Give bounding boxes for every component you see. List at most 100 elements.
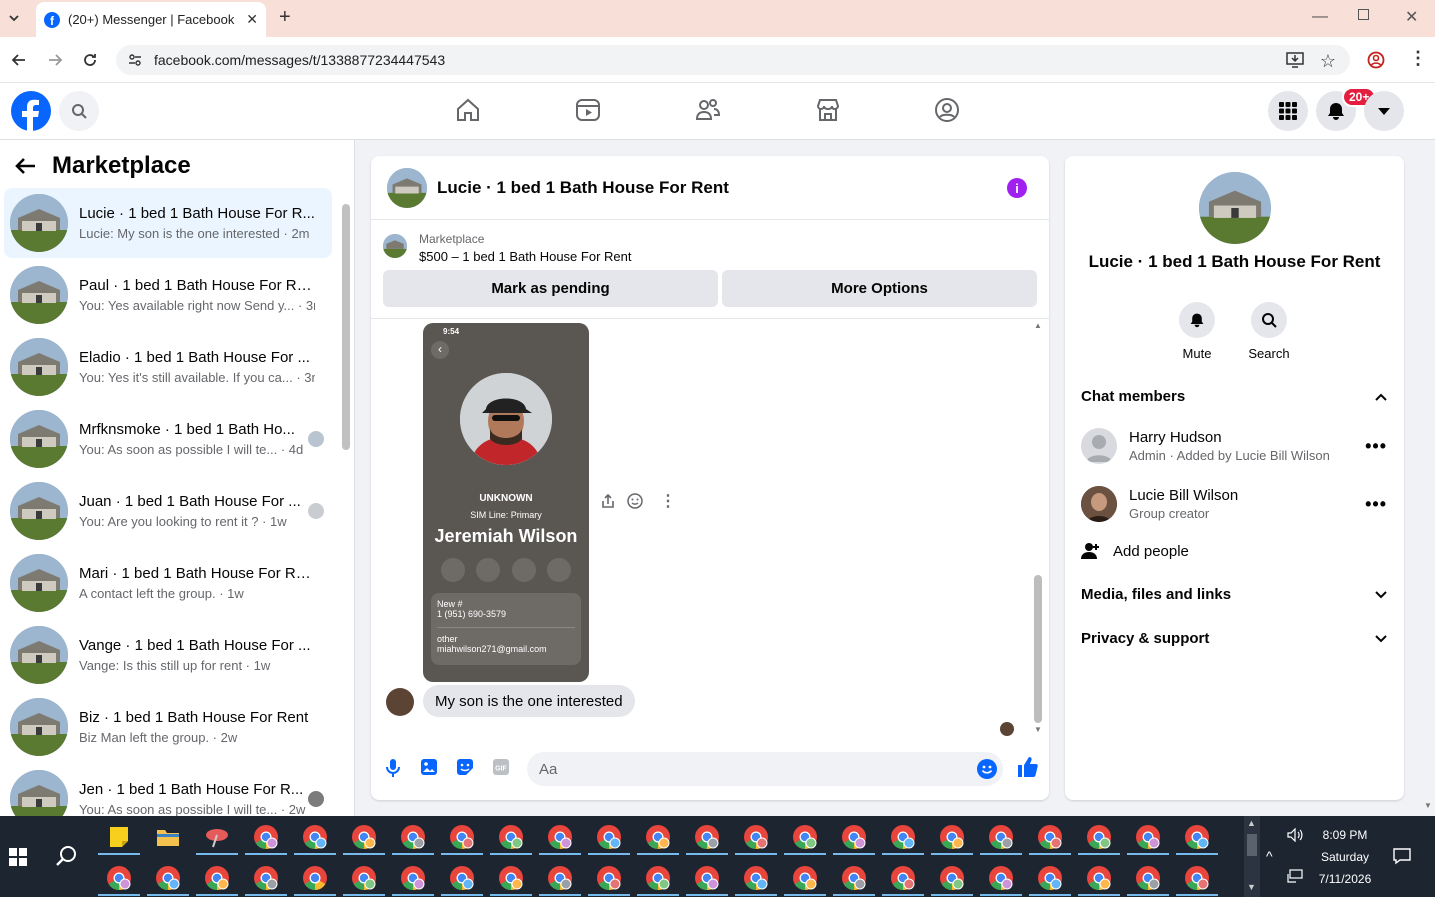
like-thumb-icon[interactable] — [1016, 756, 1038, 778]
media-files-links-section[interactable]: Media, files and links — [1081, 586, 1387, 603]
minimize-icon[interactable]: — — [1312, 8, 1328, 26]
emoji-icon[interactable] — [977, 759, 997, 779]
notification-center-icon[interactable] — [1393, 847, 1411, 865]
gif-icon[interactable]: GIF — [492, 758, 510, 776]
scroll-up-icon[interactable]: ▲ — [1034, 321, 1042, 330]
marketplace-icon[interactable] — [815, 97, 841, 123]
listing-thumbnail[interactable] — [383, 234, 407, 258]
taskbar-app-icon[interactable] — [302, 865, 328, 891]
install-app-icon[interactable] — [1286, 52, 1304, 68]
taskbar-app-icon[interactable] — [400, 865, 426, 891]
chat-list-item[interactable]: Eladio · 1 bed 1 Bath House For ... You: … — [4, 332, 332, 402]
taskbar-app-icon[interactable] — [547, 824, 573, 850]
taskbar-app-icon[interactable] — [988, 865, 1014, 891]
taskbar-app-icon[interactable] — [1086, 824, 1112, 850]
taskbar-app-icon[interactable] — [253, 865, 279, 891]
scroll-down-icon[interactable]: ▼ — [1034, 725, 1042, 734]
chat-list-item[interactable]: Mari · 1 bed 1 Bath House For Re... A con… — [4, 548, 332, 618]
volume-icon[interactable] — [1287, 828, 1303, 842]
taskbar-app-icon[interactable] — [449, 865, 475, 891]
forward-icon[interactable] — [46, 51, 64, 69]
taskbar-app-icon[interactable] — [498, 865, 524, 891]
browser-tab[interactable]: f (20+) Messenger | Facebook ✕ — [36, 2, 266, 37]
taskbar-app-icon[interactable] — [890, 824, 916, 850]
member-more-icon[interactable]: ••• — [1365, 494, 1387, 515]
url-bar[interactable]: facebook.com/messages/t/1338877234447543… — [116, 45, 1350, 75]
photo-icon[interactable] — [420, 758, 438, 776]
taskbar-app-icon[interactable] — [1184, 824, 1210, 850]
page-scroll-down-icon[interactable]: ▼ — [1424, 801, 1432, 810]
taskbar-app-icon[interactable] — [1037, 865, 1063, 891]
chat-members-section[interactable]: Chat members — [1081, 388, 1387, 405]
message-more-icon[interactable]: ⋮ — [660, 491, 676, 511]
taskbar-app-icon[interactable] — [155, 824, 181, 850]
taskbar-app-icon[interactable] — [1184, 865, 1210, 891]
taskbar-app-icon[interactable] — [400, 824, 426, 850]
taskbar-app-icon[interactable] — [449, 824, 475, 850]
taskbar-app-icon[interactable] — [939, 865, 965, 891]
back-arrow-icon[interactable] — [14, 157, 36, 175]
member-row[interactable]: Harry Hudson Admin · Added by Lucie Bill… — [1081, 424, 1387, 468]
facebook-logo-icon[interactable] — [11, 91, 51, 131]
info-icon[interactable]: i — [1007, 178, 1027, 198]
sender-avatar[interactable] — [386, 688, 414, 716]
search-button[interactable] — [59, 91, 99, 131]
show-hidden-icons[interactable]: ^ — [1266, 848, 1273, 864]
taskbar-app-icon[interactable] — [792, 865, 818, 891]
taskbar-app-icon[interactable] — [1135, 824, 1161, 850]
conversation-title[interactable]: Lucie · 1 bed 1 Bath House For Rent — [437, 178, 729, 198]
chat-list-item[interactable]: Vange · 1 bed 1 Bath House For ... Vange:… — [4, 620, 332, 690]
taskbar-app-icon[interactable] — [645, 824, 671, 850]
taskbar-app-icon[interactable] — [645, 865, 671, 891]
search-in-conversation-button[interactable]: Search — [1234, 302, 1304, 361]
taskbar-app-icon[interactable] — [547, 865, 573, 891]
chat-list-item[interactable]: Lucie · 1 bed 1 Bath House For R... Lucie… — [4, 188, 332, 258]
tab-list-icon[interactable] — [6, 10, 22, 26]
taskbar-app-icon[interactable] — [939, 824, 965, 850]
more-options-button[interactable]: More Options — [722, 270, 1037, 307]
taskbar-app-icon[interactable] — [253, 824, 279, 850]
close-window-icon[interactable]: ✕ — [1405, 7, 1418, 27]
taskbar-app-icon[interactable] — [204, 865, 230, 891]
chat-list-scrollbar[interactable] — [342, 204, 350, 450]
contact-screenshot-image[interactable]: 9:54 ‹ UNKNOWN SIM Line: Primary Jeremia… — [423, 323, 589, 682]
account-button[interactable] — [1364, 91, 1404, 131]
taskbar-app-icon[interactable] — [498, 824, 524, 850]
message-input[interactable]: Aa — [527, 752, 1003, 786]
mute-button[interactable]: Mute — [1162, 302, 1232, 361]
add-people-button[interactable]: Add people — [1081, 542, 1387, 560]
taskbar-app-icon[interactable] — [1037, 824, 1063, 850]
message-bubble[interactable]: My son is the one interested — [423, 685, 635, 717]
network-icon[interactable] — [1287, 869, 1303, 883]
message-scrollbar[interactable] — [1034, 575, 1042, 723]
taskbar-search-icon[interactable] — [56, 845, 78, 867]
close-tab-icon[interactable]: ✕ — [246, 11, 258, 28]
taskbar-app-icon[interactable] — [106, 824, 132, 850]
taskbar-app-icon[interactable] — [841, 824, 867, 850]
listing-title[interactable]: $500 – 1 bed 1 Bath House For Rent — [419, 249, 631, 264]
friends-icon[interactable] — [695, 97, 721, 123]
taskbar-app-icon[interactable] — [890, 865, 916, 891]
browser-menu-icon[interactable]: ⋮ — [1409, 48, 1427, 69]
sticker-icon[interactable] — [456, 758, 474, 776]
menu-button[interactable] — [1268, 91, 1308, 131]
windows-start-icon[interactable] — [9, 848, 27, 866]
taskbar-scrollbar[interactable]: ▲ ▼ — [1244, 816, 1260, 897]
chat-list-item[interactable]: Paul · 1 bed 1 Bath House For Rent You: Y… — [4, 260, 332, 330]
site-info-icon[interactable] — [128, 53, 142, 67]
video-icon[interactable] — [575, 97, 601, 123]
taskbar-app-icon[interactable] — [1086, 865, 1112, 891]
react-icon[interactable] — [627, 493, 643, 509]
chat-list-item[interactable]: Mrfknsmoke · 1 bed 1 Bath Ho... You: As s… — [4, 404, 332, 474]
taskbar-app-icon[interactable] — [596, 824, 622, 850]
microphone-icon[interactable] — [385, 758, 401, 778]
home-icon[interactable] — [455, 97, 481, 123]
taskbar-app-icon[interactable] — [1135, 865, 1161, 891]
taskbar-app-icon[interactable] — [792, 824, 818, 850]
profile-icon[interactable] — [1367, 51, 1385, 69]
chat-list-item[interactable]: Juan · 1 bed 1 Bath House For ... You: Ar… — [4, 476, 332, 546]
taskbar-app-icon[interactable] — [596, 865, 622, 891]
restore-icon[interactable] — [1358, 9, 1369, 20]
privacy-support-section[interactable]: Privacy & support — [1081, 630, 1387, 647]
taskbar-app-icon[interactable] — [351, 865, 377, 891]
